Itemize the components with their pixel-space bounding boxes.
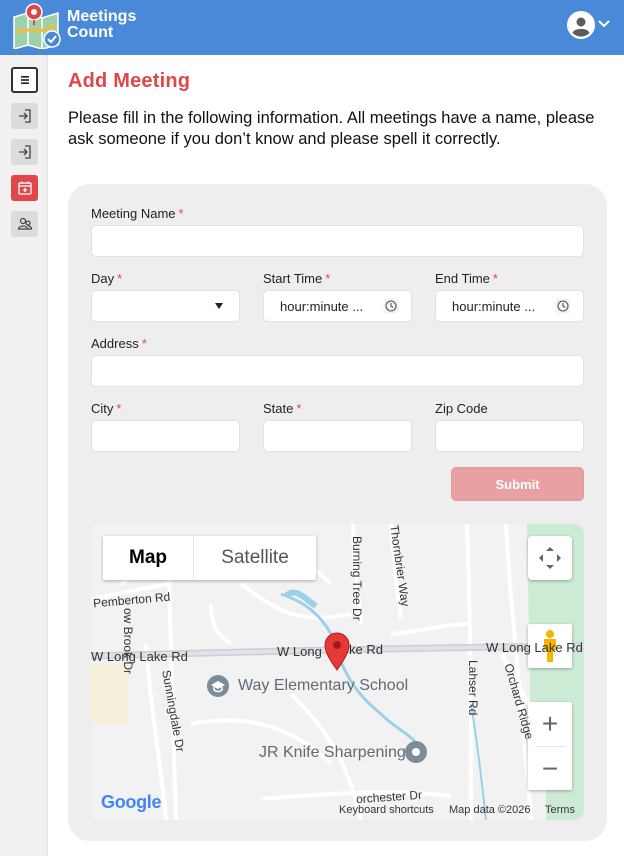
meeting-name-label: Meeting Name *	[91, 206, 184, 221]
day-select[interactable]	[91, 290, 240, 322]
sidebar	[0, 55, 48, 856]
zip-code-input[interactable]	[435, 420, 584, 452]
sidebar-item-sign-in-2[interactable]	[11, 139, 38, 165]
city-label: City *	[91, 401, 121, 416]
required-mark: *	[178, 206, 184, 221]
required-mark: *	[325, 271, 331, 286]
map-type-map-button[interactable]: Map	[103, 536, 193, 580]
poi-knife-label[interactable]: JR Knife Sharpening	[259, 744, 406, 762]
map-data-attribution: Map data ©2026	[449, 804, 531, 816]
map-type-satellite-button[interactable]: Satellite	[193, 536, 316, 580]
hamburger-menu-icon	[20, 76, 29, 84]
end-time-label: End Time *	[435, 271, 498, 286]
zoom-control: + −	[528, 702, 572, 790]
state-label-text: State	[263, 401, 294, 416]
terms-link[interactable]: Terms	[545, 804, 575, 816]
user-avatar-icon[interactable]	[567, 11, 595, 39]
end-time-label-text: End Time	[435, 271, 490, 286]
road-label-lahser: Lahser Rd	[466, 660, 480, 716]
start-time-placeholder: hour:minute ...	[280, 298, 364, 314]
start-time-label-text: Start Time	[263, 271, 323, 286]
move-arrows-icon	[539, 547, 561, 569]
submit-button[interactable]: Submit	[451, 467, 584, 501]
page-title: Add Meeting	[68, 70, 191, 92]
map-type-control: Map Satellite	[103, 536, 316, 580]
clock-icon[interactable]	[383, 298, 399, 314]
sidebar-item-users[interactable]	[11, 211, 38, 237]
state-input[interactable]	[263, 420, 412, 452]
calendar-add-icon	[17, 181, 32, 195]
start-time-input[interactable]: hour:minute ...	[263, 290, 412, 322]
city-input[interactable]	[91, 420, 240, 452]
required-mark: *	[117, 271, 123, 286]
brand-line1: Meetings	[67, 8, 137, 25]
poi-school-label[interactable]: Way Elementary School	[238, 677, 408, 695]
meetings-count-logo	[13, 3, 61, 49]
sign-in-icon	[18, 109, 31, 123]
road-label-long-lake-mid2: ke Rd	[349, 642, 383, 657]
brand-name[interactable]: Meetings Count	[67, 9, 136, 41]
sidebar-item-sign-in[interactable]	[11, 103, 38, 129]
required-mark: *	[116, 401, 122, 416]
road-label-long-lake-e: W Long Lake Rd	[486, 640, 583, 655]
meeting-name-input[interactable]	[91, 225, 584, 257]
intro-text: Please fill in the following information…	[68, 109, 595, 148]
road-label-long-lake-mid: W Long	[277, 644, 322, 659]
address-label: Address *	[91, 336, 147, 351]
google-logo: Google	[101, 792, 162, 813]
state-label: State *	[263, 401, 301, 416]
brand-line2: Count	[67, 24, 114, 41]
clock-icon[interactable]	[555, 298, 571, 314]
start-time-label: Start Time *	[263, 271, 330, 286]
sidebar-item-add-meeting[interactable]	[11, 175, 38, 201]
zoom-out-button[interactable]: −	[528, 747, 572, 790]
caret-down-icon	[215, 303, 223, 309]
city-label-text: City	[91, 401, 114, 416]
required-mark: *	[141, 336, 147, 351]
meeting-name-label-text: Meeting Name	[91, 206, 176, 221]
road-label-burning-tree: Burning Tree Dr	[350, 536, 364, 621]
required-mark: *	[296, 401, 302, 416]
users-icon	[17, 217, 32, 230]
road-label-long-lake-w: W Long Lake Rd	[91, 649, 188, 664]
zip-code-label: Zip Code	[435, 401, 488, 416]
map-view[interactable]: Map Satellite + − Pemberton Rd ow Brook …	[91, 524, 584, 820]
top-bar: Meetings Count	[0, 0, 624, 55]
address-input[interactable]	[91, 355, 584, 387]
fullscreen-button[interactable]	[528, 536, 572, 580]
chevron-down-icon[interactable]	[598, 19, 610, 29]
day-label: Day *	[91, 271, 122, 286]
address-label-text: Address	[91, 336, 139, 351]
keyboard-shortcuts-link[interactable]: Keyboard shortcuts	[339, 804, 434, 816]
zoom-in-button[interactable]: +	[528, 702, 572, 746]
end-time-input[interactable]: hour:minute ...	[435, 290, 584, 322]
school-icon	[207, 675, 229, 697]
day-label-text: Day	[91, 271, 115, 286]
sidebar-item-menu[interactable]	[11, 67, 38, 93]
sign-in-icon	[18, 145, 31, 159]
place-icon	[405, 741, 427, 763]
required-mark: *	[492, 271, 498, 286]
road-label-brook: ow Brook Dr	[121, 608, 135, 675]
google-logo-text: Google	[101, 792, 162, 812]
end-time-placeholder: hour:minute ...	[452, 298, 536, 314]
